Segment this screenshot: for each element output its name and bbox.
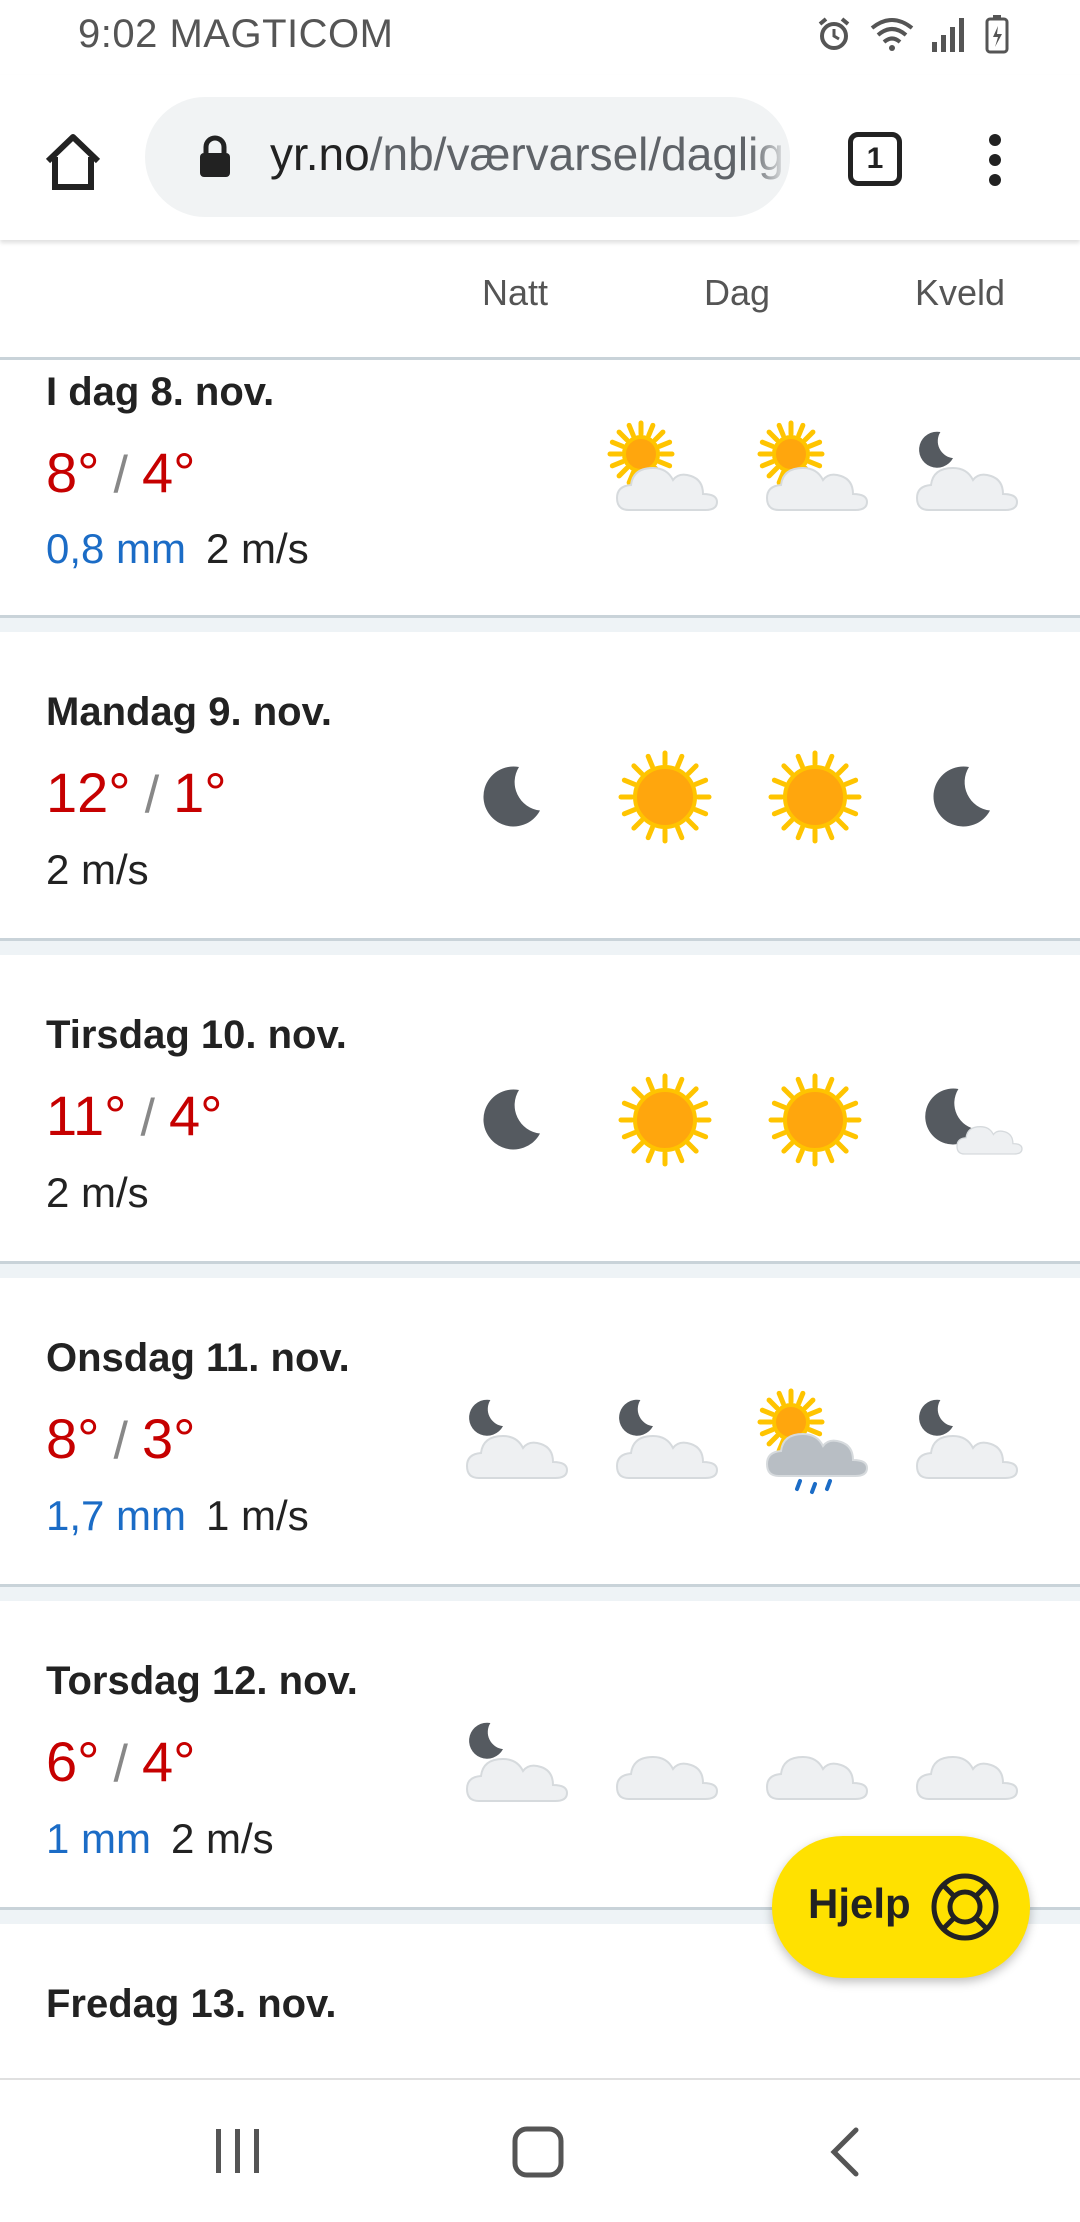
recent-apps-icon[interactable] [210,2125,266,2177]
day-title: I dag 8. nov. [46,370,275,414]
column-kveld: Kveld [914,272,1006,313]
home-nav-icon[interactable] [510,2124,566,2180]
alarm-icon [818,17,850,50]
battery-icon [985,15,1009,54]
column-natt: Natt [481,272,549,313]
precipitation: 1,7 mm [46,1492,187,1539]
browser-toolbar: yr.no/nb/værvarsel/daglig 1 [0,75,1080,240]
status-bar: 9:02 MAGTICOM [0,0,1080,75]
day-title: Fredag 13. nov. [46,1982,337,2026]
day-title: Mandag 9. nov. [46,690,332,734]
lifebuoy-icon [931,1873,999,1941]
carrier-name: MAGTICOM [169,12,394,56]
sun-icon [755,1065,875,1175]
temperature: 6°/4° [46,1730,196,1793]
status-icons [814,14,1010,54]
sun-icon [605,1065,725,1175]
overflow-menu-icon[interactable] [975,130,1015,190]
column-dag: Dag [703,272,771,313]
sun-rain-cloud-icon [755,1388,875,1498]
help-button[interactable]: Hjelp [772,1836,1030,1978]
wind: 2 m/s [46,846,149,893]
moon-icon [455,742,575,852]
wind: 2 m/s [171,1815,274,1862]
moon-cloud-icon [905,1388,1025,1498]
precipitation: 1 mm [46,1815,151,1862]
day-title: Onsdag 11. nov. [46,1336,350,1380]
temperature: 8°/3° [46,1407,196,1470]
temperature: 12°/1° [46,761,227,824]
day-row[interactable]: Mandag 9. nov. 12°/1° 2 m/s [0,632,1080,941]
wifi-icon [870,18,914,51]
help-label: Hjelp [808,1880,911,1927]
address-bar[interactable]: yr.no/nb/værvarsel/daglig [145,97,790,217]
cloud-icon [605,1711,725,1821]
tab-switcher-button[interactable]: 1 [848,132,902,186]
lock-icon [200,135,230,177]
temperature: 8°/4° [46,441,196,504]
url-text[interactable]: yr.no/nb/værvarsel/daglig [270,127,784,181]
sun-icon [605,742,725,852]
precipitation: 0,8 mm [46,525,187,572]
sun-icon [755,742,875,852]
moon-cloud-icon [905,420,1025,530]
temperature: 11°/4° [46,1084,223,1147]
day-row[interactable]: Onsdag 11. nov. 8°/3° 1,7 mm 1 m/s [0,1278,1080,1587]
day-meta: 2 m/s [46,1169,149,1217]
period-column-header: Natt Dag Kveld [0,240,1080,360]
day-row[interactable]: Tirsdag 10. nov. 11°/4° 2 m/s [0,955,1080,1264]
day-row[interactable]: I dag 8. nov. 8°/4° 0,8 mm 2 m/s [0,360,1080,618]
moon-small-cloud-icon [905,1065,1025,1175]
home-icon[interactable] [38,127,108,197]
moon-icon [905,742,1025,852]
moon-cloud-icon [455,1388,575,1498]
wind: 1 m/s [206,1492,309,1539]
system-nav-bar [0,2078,1080,2222]
day-title: Tirsdag 10. nov. [46,1013,347,1057]
cloud-icon [905,1711,1025,1821]
signal-icon [932,18,964,52]
wind: 2 m/s [46,1169,149,1216]
cloud-icon [755,1711,875,1821]
day-meta: 2 m/s [46,846,149,894]
day-meta: 1 mm 2 m/s [46,1815,274,1863]
moon-cloud-icon [605,1388,725,1498]
day-title: Torsdag 12. nov. [46,1659,358,1703]
sun-cloud-icon [605,420,725,530]
wind: 2 m/s [206,525,309,572]
sun-cloud-icon [755,420,875,530]
status-time: 9:02 MAGTICOM [78,12,394,56]
back-icon[interactable] [820,2124,870,2180]
day-meta: 1,7 mm 1 m/s [46,1492,309,1540]
day-meta: 0,8 mm 2 m/s [46,525,309,573]
moon-cloud-icon [455,1711,575,1821]
moon-icon [455,1065,575,1175]
